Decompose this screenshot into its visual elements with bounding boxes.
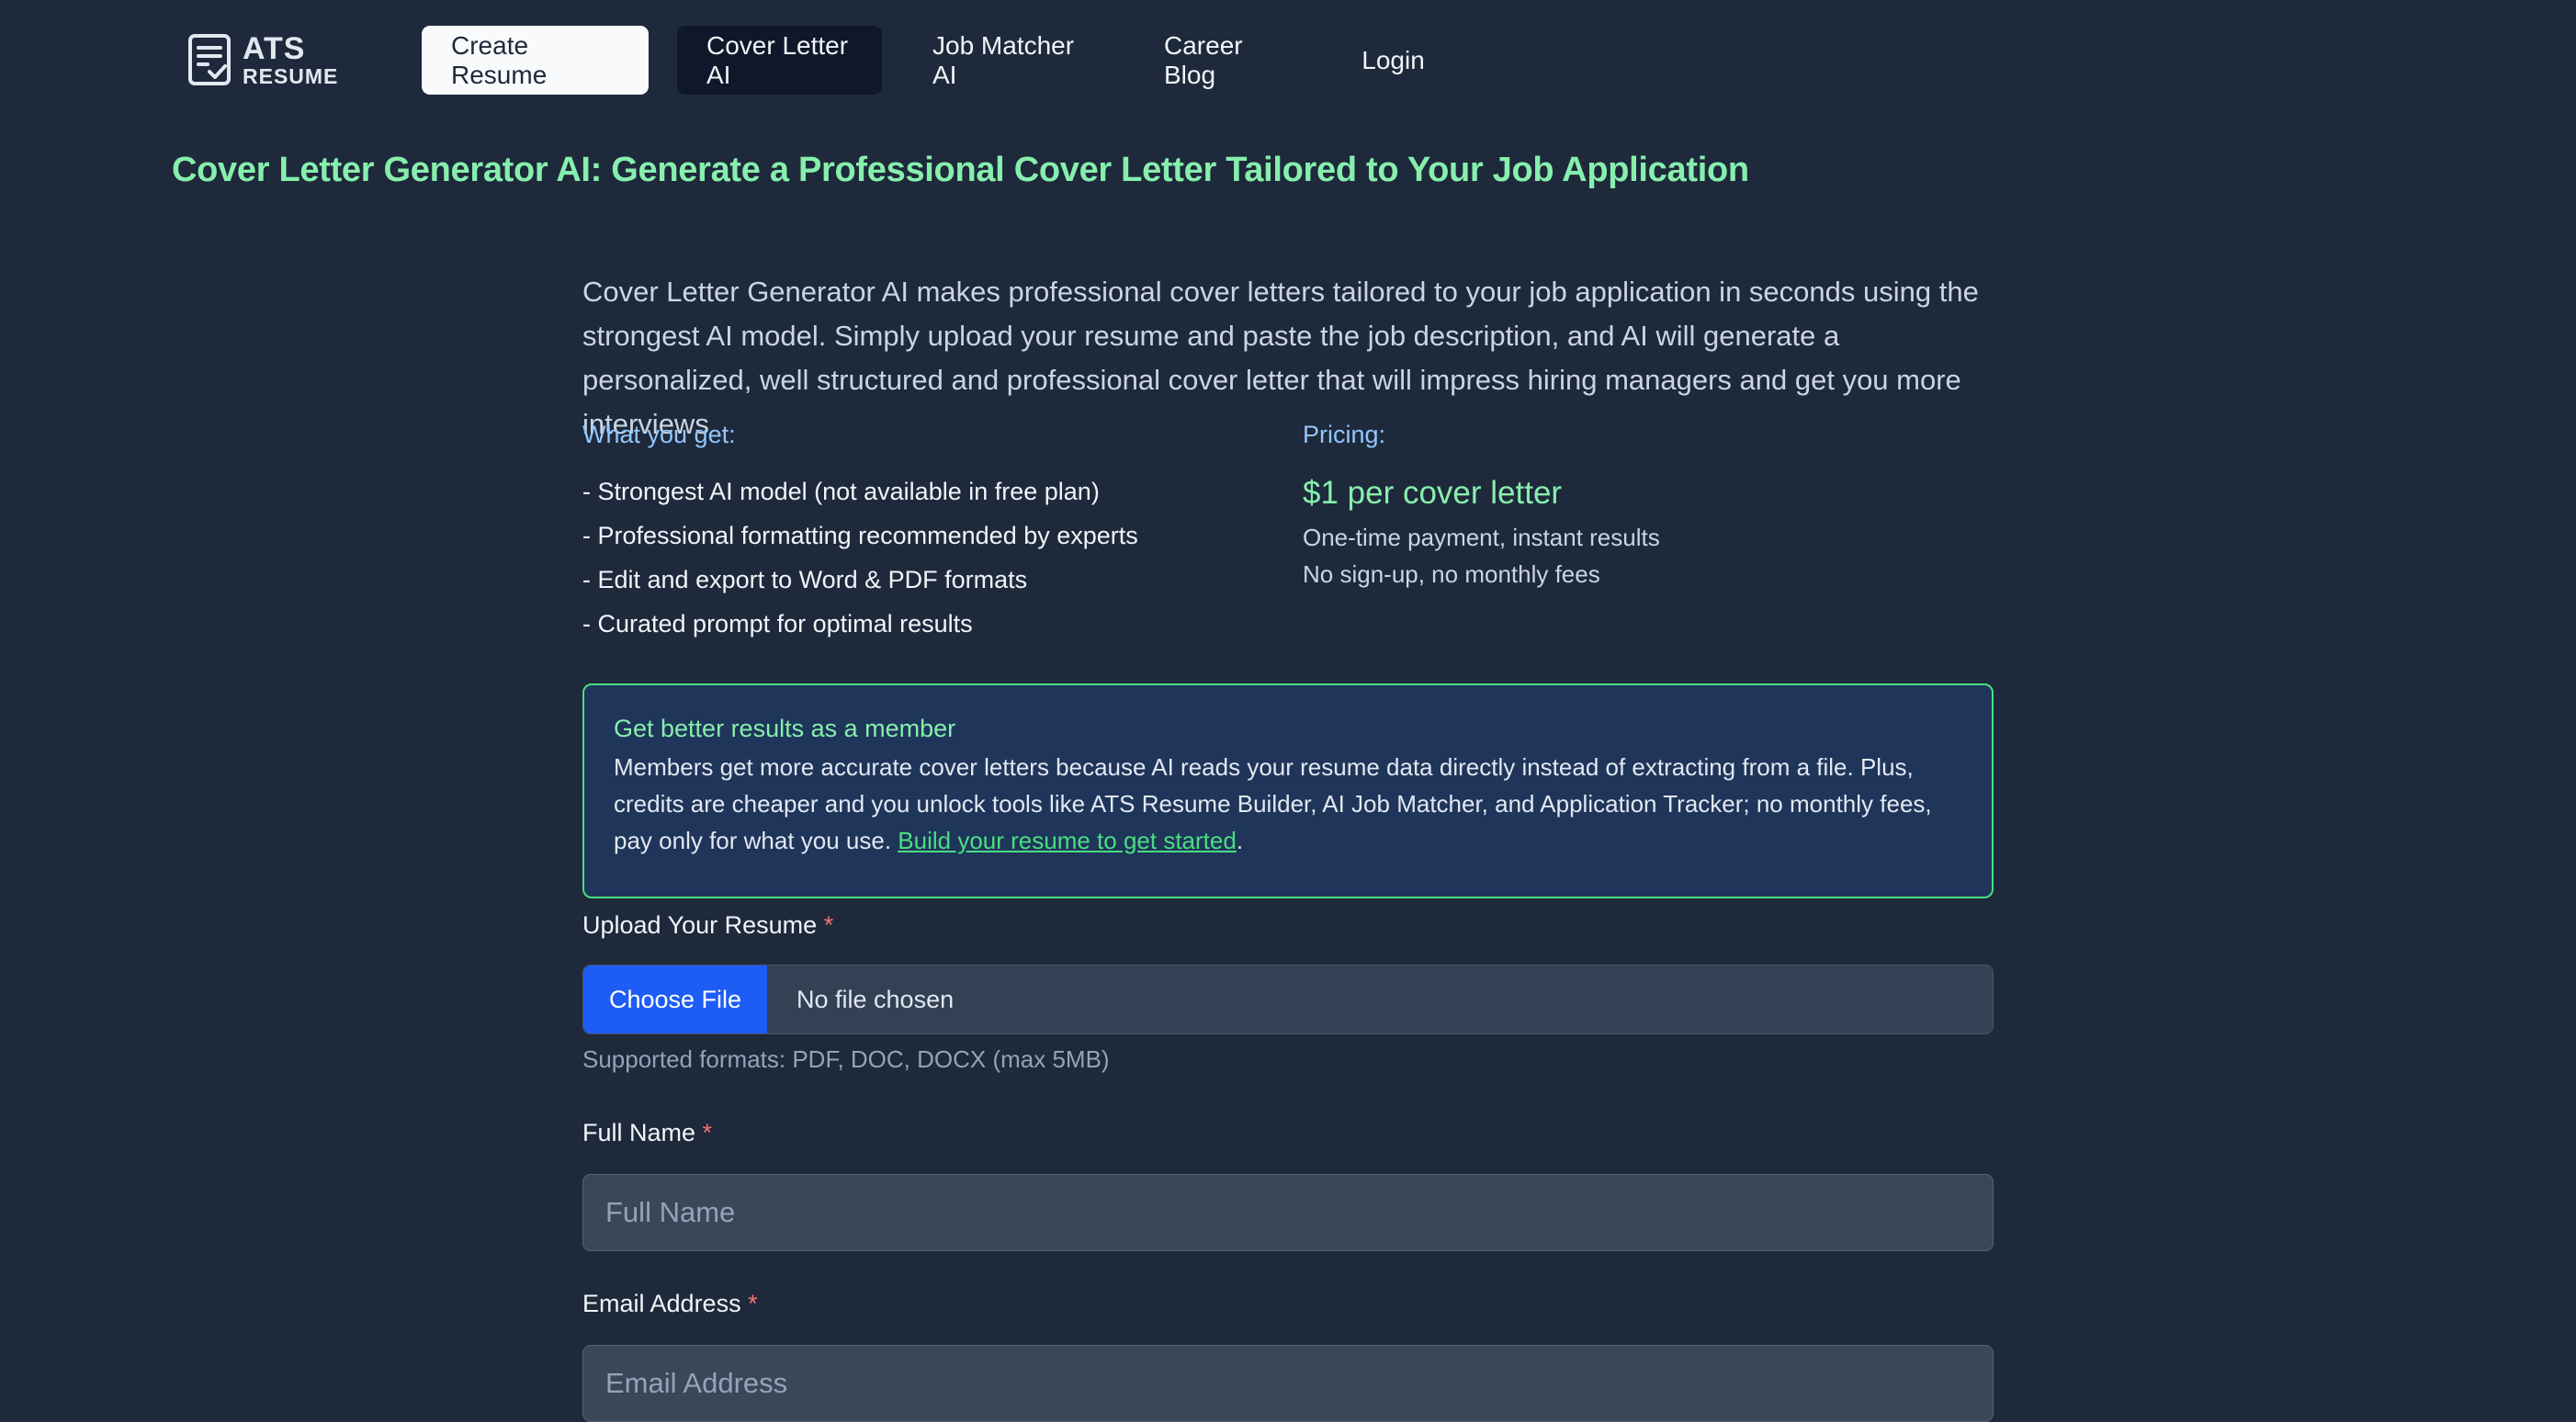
required-mark: * (823, 911, 834, 939)
full-name-input[interactable] (582, 1174, 1994, 1251)
list-item: - Professional formatting recommended by… (582, 522, 1138, 549)
ats-resume-logo[interactable]: ATS RESUME (187, 31, 338, 88)
pricing-note-fees: No sign-up, no monthly fees (1303, 560, 1600, 588)
top-navigation: ATS RESUME Create Resume Cover Letter AI… (0, 0, 2576, 119)
pricing-section: Pricing: $1 per cover letter One-time pa… (1303, 421, 1994, 592)
member-callout-title: Get better results as a member (614, 715, 956, 742)
list-item: - Curated prompt for optimal results (582, 610, 973, 638)
member-callout-text: Members get more accurate cover letters … (614, 753, 1932, 854)
build-resume-link[interactable]: Build your resume to get started (898, 827, 1237, 854)
required-mark: * (702, 1119, 713, 1146)
main-content: Cover Letter Generator AI makes professi… (582, 270, 1994, 1422)
list-item: - Edit and export to Word & PDF formats (582, 566, 1028, 593)
what-you-get-section: What you get: - Strongest AI model (not … (582, 421, 1299, 646)
email-address-input[interactable] (582, 1345, 1994, 1422)
file-status-text: No file chosen (797, 985, 955, 1013)
logo-text-resume: RESUME (243, 63, 339, 88)
pricing-label: Pricing: (1303, 421, 1386, 448)
choose-file-button[interactable]: Choose File (583, 965, 767, 1033)
required-mark: * (748, 1290, 758, 1317)
logo-text-ats: ATS (243, 30, 306, 66)
document-check-icon (188, 34, 231, 85)
feature-list: - Strongest AI model (not available in f… (582, 469, 1299, 646)
pricing-note-payment: One-time payment, instant results (1303, 524, 1660, 551)
member-callout-box: Get better results as a member Members g… (582, 683, 1994, 898)
create-resume-button[interactable]: Create Resume (422, 26, 649, 95)
full-name-label: Full Name * (582, 1119, 713, 1146)
list-item: - Strongest AI model (not available in f… (582, 478, 1100, 505)
email-address-label: Email Address * (582, 1290, 758, 1317)
upload-resume-label: Upload Your Resume * (582, 911, 834, 939)
nav-career-blog[interactable]: Career Blog (1164, 26, 1291, 95)
page-title: Cover Letter Generator AI: Generate a Pr… (172, 151, 1749, 189)
nav-login[interactable]: Login (1361, 26, 1425, 95)
what-you-get-label: What you get: (582, 421, 736, 448)
nav-cover-letter-ai[interactable]: Cover Letter AI (677, 26, 882, 95)
nav-job-matcher-ai[interactable]: Job Matcher AI (932, 26, 1090, 95)
price-text: $1 per cover letter (1303, 475, 1563, 511)
supported-formats-hint: Supported formats: PDF, DOC, DOCX (max 5… (582, 1045, 1110, 1073)
resume-file-input[interactable]: Choose File No file chosen (582, 965, 1994, 1034)
